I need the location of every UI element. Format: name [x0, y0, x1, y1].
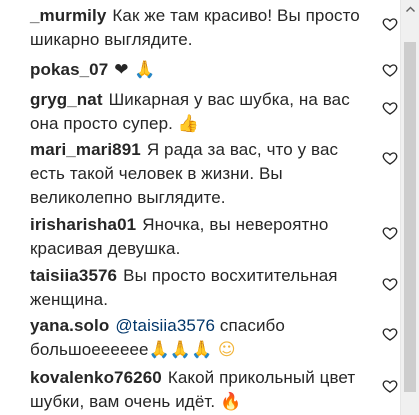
- comment-body: pokas_07 ❤ 🙏: [30, 58, 360, 82]
- comments-panel: _murmily Как же там красиво! Вы просто ши…: [0, 0, 419, 415]
- like-heart-icon[interactable]: [382, 276, 398, 292]
- comments-list: _murmily Как же там красиво! Вы просто ши…: [0, 0, 400, 415]
- like-heart-icon[interactable]: [382, 62, 398, 78]
- comment-username[interactable]: kovalenko76260: [30, 368, 162, 387]
- chevron-up-icon[interactable]: [401, 0, 419, 17]
- comment-emoji: 👍: [177, 114, 200, 134]
- comment-body: _murmily Как же там красиво! Вы просто ши…: [30, 4, 360, 52]
- like-heart-icon[interactable]: [382, 378, 398, 394]
- like-heart-icon[interactable]: [382, 16, 398, 32]
- comment-body: mari_mari891 Я рада за вас, что у вас ест…: [30, 138, 360, 210]
- comment-username[interactable]: pokas_07: [30, 60, 108, 79]
- comment-body: gryg_nat Шикарная у вас шубка, на вас она…: [30, 88, 360, 136]
- like-heart-icon[interactable]: [382, 150, 398, 166]
- scrollbar-thumb[interactable]: [404, 42, 416, 392]
- comment-body: taisiia3576 Вы просто восхитительная женщ…: [30, 264, 360, 312]
- comment-emoji: 🔥: [220, 392, 242, 412]
- like-heart-icon[interactable]: [382, 100, 398, 116]
- like-heart-icon[interactable]: [382, 225, 398, 241]
- comment-username[interactable]: _murmily: [30, 6, 106, 25]
- comment-body: yana.solo @taisiia3576 спасибо большоееее…: [30, 314, 360, 362]
- vertical-scrollbar[interactable]: [400, 0, 419, 415]
- comment-mention[interactable]: @taisiia3576: [115, 316, 215, 335]
- comment-body: irisharisha01 Яночка, вы невероятно краси…: [30, 213, 360, 261]
- comment-username[interactable]: irisharisha01: [30, 215, 136, 234]
- like-heart-icon[interactable]: [382, 326, 398, 342]
- comment-username[interactable]: mari_mari891: [30, 140, 141, 159]
- comment-username[interactable]: taisiia3576: [30, 266, 117, 285]
- comment-body: kovalenko76260 Какой прикольный цвет шубк…: [30, 366, 360, 414]
- comment-emoji: ❤ 🙏: [114, 60, 156, 80]
- comment-username[interactable]: yana.solo: [30, 316, 109, 335]
- comment-emoji: 🙏🙏🙏 ☺: [148, 340, 236, 360]
- comment-username[interactable]: gryg_nat: [30, 90, 103, 109]
